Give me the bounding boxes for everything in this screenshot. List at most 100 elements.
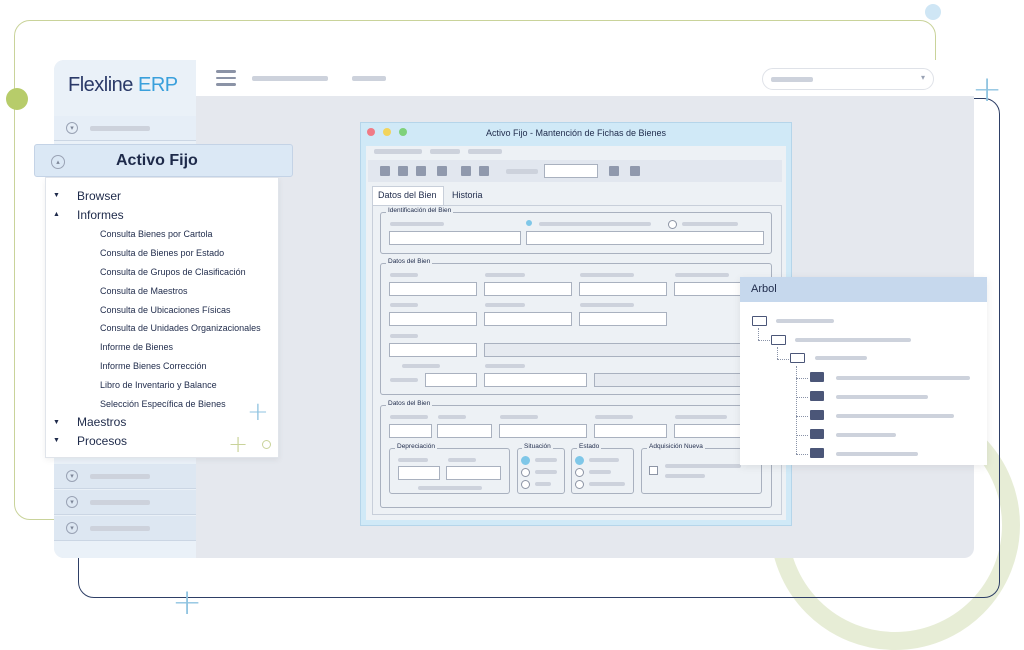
folder-icon[interactable] [810,391,824,401]
text-field[interactable] [579,282,667,296]
text-field[interactable] [446,466,501,480]
decorative-circle [262,440,271,449]
radio-option[interactable] [575,456,584,465]
fieldset-legend: Datos del Bien [386,258,433,265]
plus-icon: + [247,397,269,427]
text-field[interactable] [389,424,432,438]
text-field[interactable] [499,424,587,438]
window-title: Activo Fijo - Mantención de Fichas de Bi… [485,128,667,138]
menubar-item[interactable] [430,149,460,154]
folder-icon[interactable] [810,429,824,439]
text-field[interactable] [526,231,764,245]
toolbar-icon[interactable] [461,166,471,176]
sidebar-item[interactable]: ▾ [54,516,196,541]
text-field[interactable] [594,373,762,387]
tab-historia[interactable]: Historia [452,190,483,200]
radio-option[interactable] [668,220,677,229]
fieldset-legend: Datos del Bien [386,400,433,407]
radio-option[interactable] [521,456,530,465]
menu-subitem[interactable]: Informe Bienes Corrección [100,361,207,371]
caret-down-icon: ▼ [53,419,60,426]
breadcrumb-placeholder [352,76,386,81]
radio-option[interactable] [526,220,532,226]
radio-option[interactable] [575,480,584,489]
caret-down-icon: ▼ [53,437,60,444]
plus-icon: + [172,582,203,623]
menu-subitem[interactable]: Consulta Bienes por Cartola [100,229,213,239]
toolbar-icon[interactable] [479,166,489,176]
sidebar-item[interactable]: ▾ [54,116,196,141]
chevron-circle-icon: ▾ [66,470,78,482]
text-field[interactable] [484,312,572,326]
folder-icon[interactable] [810,448,824,458]
menu-item-browser[interactable]: Browser [77,189,121,203]
flexline-logo: Flexline ERP [68,74,178,96]
checkbox[interactable] [649,466,658,475]
menu-item-procesos[interactable]: Procesos [77,434,127,448]
menu-subitem[interactable]: Consulta de Unidades Organizacionales [100,323,261,333]
radio-option[interactable] [575,468,584,477]
hamburger-menu-icon[interactable] [216,70,236,90]
top-select[interactable]: ▾ [762,68,934,90]
menu-item-maestros[interactable]: Maestros [77,415,126,429]
folder-open-icon[interactable] [790,353,805,363]
menu-subitem[interactable]: Libro de Inventario y Balance [100,380,217,390]
text-field[interactable] [437,424,492,438]
plus-icon: + [972,69,1003,110]
fieldset-legend: Situación [522,443,553,450]
menu-subitem[interactable]: Informe de Bienes [100,342,173,352]
sidebar-item[interactable]: ▾ [54,490,196,515]
module-title: Activo Fijo [116,152,198,169]
toolbar-field[interactable] [544,164,598,178]
text-field[interactable] [484,343,762,357]
folder-icon[interactable] [810,372,824,382]
menu-subitem[interactable]: Consulta de Ubicaciones Físicas [100,305,231,315]
plus-icon: + [228,430,249,458]
text-field[interactable] [484,373,587,387]
toolbar-icon[interactable] [609,166,619,176]
toolbar-icon[interactable] [398,166,408,176]
chevron-down-icon: ▾ [921,73,926,82]
text-field[interactable] [579,312,667,326]
chevron-circle-icon: ▾ [66,496,78,508]
text-field[interactable] [594,424,667,438]
radio-option[interactable] [521,468,530,477]
menu-subitem[interactable]: Consulta de Grupos de Clasificación [100,267,246,277]
chevron-up-circle-icon[interactable]: ▴ [51,155,65,169]
text-field[interactable] [425,373,477,387]
folder-icon[interactable] [810,410,824,420]
decorative-dot [925,4,941,20]
toolbar-label [506,169,538,174]
menu-subitem[interactable]: Consulta de Bienes por Estado [100,248,224,258]
toolbar-icon[interactable] [437,166,447,176]
folder-open-icon[interactable] [771,335,786,345]
menu-subitem[interactable]: Selección Específica de Bienes [100,399,226,409]
text-field[interactable] [389,312,477,326]
chevron-circle-icon: ▾ [66,122,78,134]
radio-option[interactable] [521,480,530,489]
fieldset-legend: Identificación del Bien [386,207,454,214]
caret-down-icon: ▼ [53,192,60,199]
toolbar-icon[interactable] [380,166,390,176]
tab-datos-del-bien[interactable]: Datos del Bien [372,186,444,206]
text-field[interactable] [484,282,572,296]
decorative-dot [6,88,28,110]
arbol-header: Arbol [740,277,987,302]
caret-up-icon: ▲ [53,211,60,218]
menubar-item[interactable] [468,149,502,154]
text-field[interactable] [389,282,477,296]
text-field[interactable] [389,231,521,245]
menubar-item[interactable] [374,149,422,154]
chevron-circle-icon: ▾ [66,522,78,534]
fieldset-legend: Estado [577,443,602,450]
menu-subitem[interactable]: Consulta de Maestros [100,286,188,296]
folder-open-icon[interactable] [752,316,767,326]
menu-item-informes[interactable]: Informes [77,208,124,222]
fieldset-legend: Depreciación [395,443,437,450]
fieldset-legend: Adquisición Nueva [647,443,705,450]
text-field[interactable] [398,466,440,480]
sidebar-item[interactable]: ▾ [54,464,196,489]
toolbar-icon[interactable] [630,166,640,176]
text-field[interactable] [389,343,477,357]
toolbar-icon[interactable] [416,166,426,176]
